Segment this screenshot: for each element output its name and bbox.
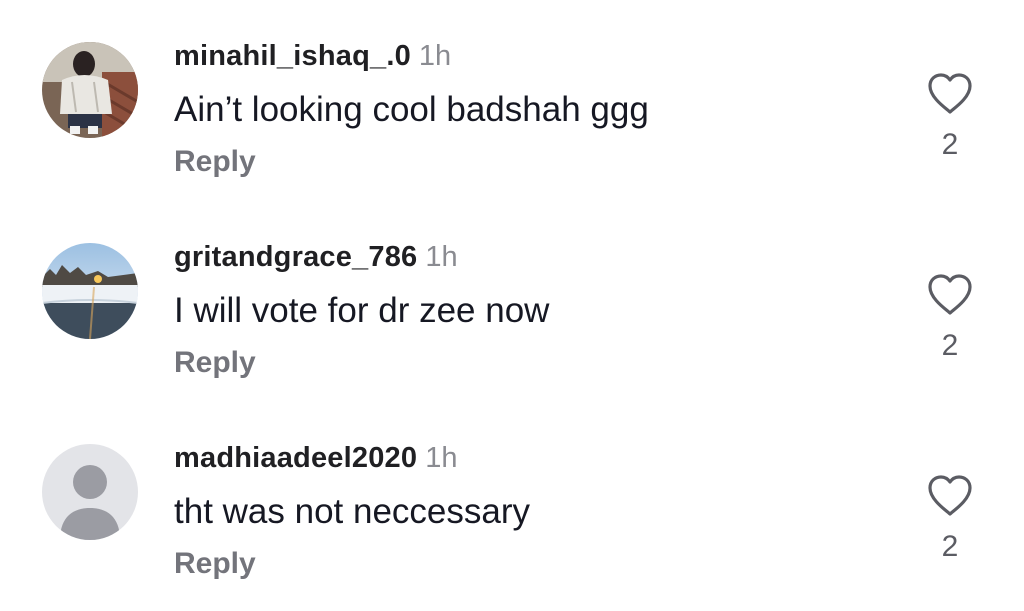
timestamp: 1h (418, 40, 452, 72)
comment-item: madhiaadeel2020 1h tht was not neccessary… (0, 402, 1024, 602)
comment-meta: madhiaadeel2020 1h (174, 440, 457, 476)
like-count: 2 (941, 128, 959, 161)
reply-button[interactable]: Reply (174, 544, 256, 584)
comment-meta: gritandgrace_786 1h (174, 239, 458, 275)
like-count: 2 (941, 329, 959, 362)
username[interactable]: gritandgrace_786 (174, 241, 417, 273)
timestamp: 1h (425, 241, 458, 273)
comment-list: minahil_ishaq_.0 1h Ain’t looking cool ba… (0, 0, 1024, 611)
reply-button[interactable]: Reply (174, 343, 256, 383)
landscape-photo-avatar-icon (42, 243, 138, 339)
username[interactable]: minahil_ishaq_.0 (174, 40, 411, 72)
default-user-avatar-icon (42, 444, 138, 540)
comment-text: Ain’t looking cool badshah ggg (174, 90, 649, 129)
heart-icon (928, 475, 972, 516)
like-button[interactable]: 2 (922, 474, 978, 574)
user-avatar[interactable] (42, 42, 138, 138)
comment-item: minahil_ishaq_.0 1h Ain’t looking cool ba… (0, 0, 1024, 200)
timestamp: 1h (425, 442, 458, 474)
reply-button[interactable]: Reply (174, 142, 256, 182)
username[interactable]: madhiaadeel2020 (174, 442, 417, 474)
like-button[interactable]: 2 (922, 273, 978, 373)
comment-item: gritandgrace_786 1h I will vote for dr ze… (0, 201, 1024, 401)
heart-icon (928, 73, 972, 114)
user-photo-avatar-icon (42, 42, 138, 138)
user-avatar[interactable] (42, 243, 138, 339)
like-count: 2 (941, 530, 959, 563)
like-button[interactable]: 2 (922, 72, 978, 172)
comment-text: I will vote for dr zee now (174, 291, 550, 330)
comment-meta: minahil_ishaq_.0 1h (174, 38, 451, 74)
heart-icon (928, 274, 972, 315)
user-avatar[interactable] (42, 444, 138, 540)
comment-text: tht was not neccessary (174, 492, 530, 531)
